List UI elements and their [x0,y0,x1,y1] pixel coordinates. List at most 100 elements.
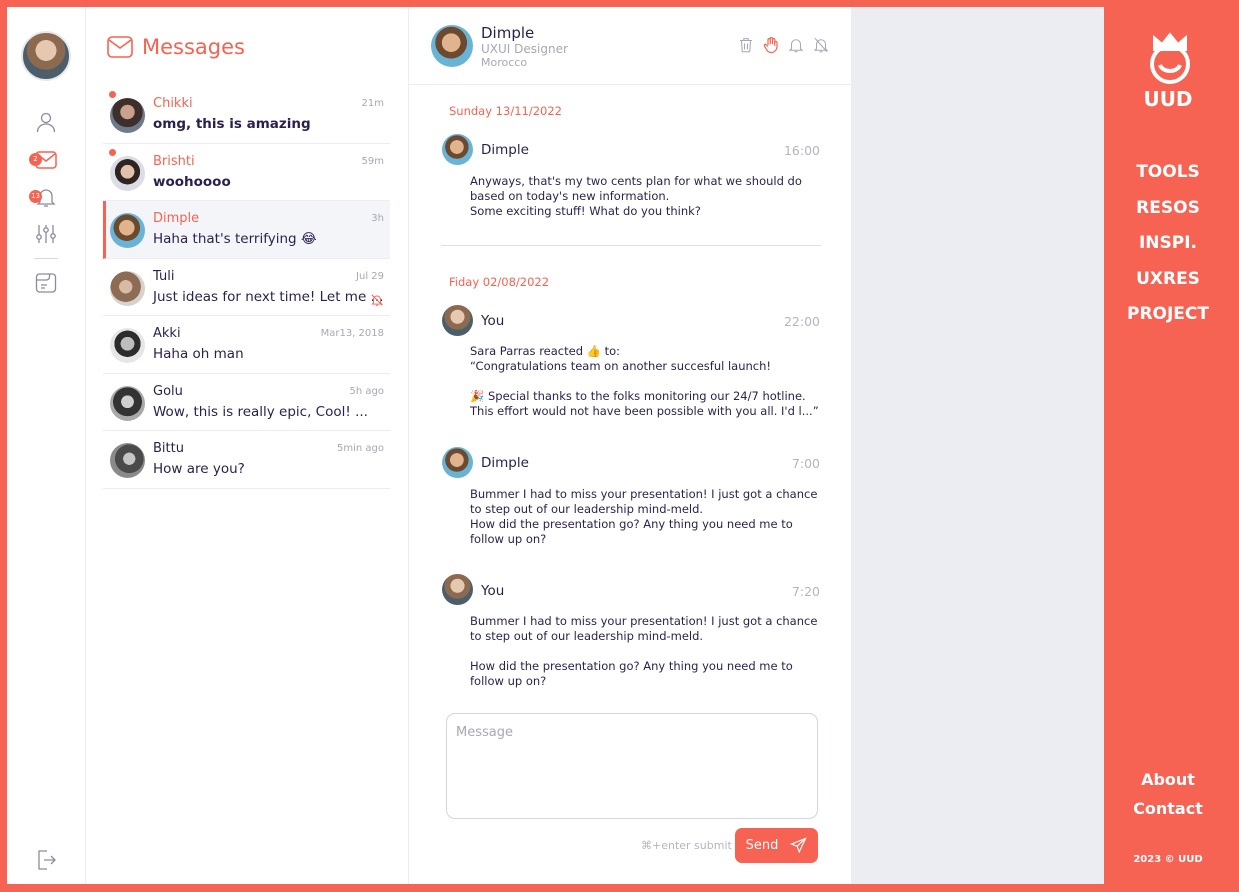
conversation-name: Akki [153,326,181,341]
chat-header: Dimple UXUI Designer Morocco [409,7,852,85]
copyright: 2023 © UUD [1133,854,1203,865]
conversation-time: 3h [371,213,384,224]
conversation-item-tuli[interactable]: Tuli Jul 29 Just ideas for next time! Le… [103,259,390,316]
paper-plane-icon [790,837,808,854]
conversation-time: Jul 29 [356,270,384,282]
conversation-name: Bittu [153,441,184,456]
conversation-name: Chikki [153,96,193,111]
message-time: 7:20 [791,584,820,599]
message-body: Sara Parras reacted 👍 to: “Congratulatio… [470,344,830,419]
conversation-name: Brishti [153,153,195,169]
nav-link-project[interactable]: PROJECT [1104,301,1232,337]
message-line: Bummer I had to miss your presentation! … [470,614,818,643]
empty-panel [852,7,1104,884]
messages-badge: 2 [29,153,42,166]
conversation-time: 5min ago [337,443,384,454]
date-separator: Sunday 13/11/2022 [449,104,562,118]
logout-icon[interactable] [34,848,58,872]
conversation-preview: Haha that's terrifying 😂 [153,231,317,247]
message-line [470,644,830,659]
avatar [110,385,145,421]
chat-actions [737,36,830,54]
message-line: Bummer I had to miss your presentation! … [470,487,818,516]
message-time: 22:00 [783,314,820,329]
message-time: 16:00 [783,143,820,158]
notifications-badge: 13 [29,190,42,203]
conversation-name: Golu [153,383,183,399]
avatar [110,98,145,133]
brand-sidebar: UUD TOOLS RESOS INSPI. UXRES PROJECT Abo… [1104,7,1232,884]
message-line: Anyways, that's my two cents plan for wh… [470,174,802,203]
conversation-item-golu[interactable]: Golu 5h ago Wow, this is really epic, Co… [103,374,390,431]
nav-link-uxres[interactable]: UXRES [1104,266,1232,302]
contact-role: UXUI Designer [481,42,568,56]
rail-divider [34,258,58,259]
send-button[interactable]: Send [735,828,818,863]
bell-icon[interactable] [787,36,805,54]
conversation-item-chikki[interactable]: Chikki 21m omg, this is amazing [103,86,390,144]
conversation-preview: woohoooo [153,173,231,190]
message-line: How did the presentation go? Any thing y… [470,517,793,546]
message-input[interactable] [446,713,818,819]
message-sender: You [481,583,505,599]
brand-nav: TOOLS RESOS INSPI. UXRES PROJECT [1104,159,1232,337]
conversation-preview: Just ideas for next time! Let me ... [153,288,384,305]
conversation-item-akki[interactable]: Akki Mar13, 2018 Haha oh man [103,316,390,374]
conversation-item-bittu[interactable]: Bittu 5min ago How are you? [103,431,390,489]
message-line: Sara Parras reacted 👍 to: [470,344,621,358]
avatar [442,305,473,336]
contact-avatar[interactable] [431,25,473,67]
conversation-preview: Wow, this is really epic, Cool! ... [153,403,368,420]
hand-wave-icon[interactable] [762,36,780,54]
muted-bell-icon [370,292,384,306]
footer-links: About Contact [1104,767,1232,825]
brand-logo-icon[interactable] [1145,31,1195,87]
envelope-icon [107,36,133,58]
message-body: Bummer I had to miss your presentation! … [470,487,830,547]
conversation-time: 59m [361,155,384,167]
avatar [110,443,145,478]
conversation-preview: Haha oh man [153,346,244,362]
avatar [110,155,145,191]
conversation-name: Dimple [153,211,200,226]
avatar [442,447,473,478]
message-line: Some exciting stuff! What do you think? [470,204,701,218]
chat-panel: Dimple UXUI Designer Morocco Sunday 13/1… [409,7,852,884]
message-line: How did the presentation go? Any thing y… [470,659,793,688]
submit-hint: ⌘+enter submit [641,839,732,852]
conversation-preview: How are you? [153,461,245,477]
conversation-item-dimple[interactable]: Dimple 3h Haha that's terrifying 😂 [103,201,390,259]
contact-link[interactable]: Contact [1104,796,1232,825]
page-title: Messages [142,35,245,59]
message-time: 7:00 [791,456,820,471]
nav-link-resos[interactable]: RESOS [1104,195,1232,231]
trash-icon[interactable] [737,36,755,54]
conversation-name: Tuli [153,268,175,284]
icon-rail: 2 13 [7,7,86,884]
settings-sliders-icon[interactable] [34,222,58,246]
bell-off-icon[interactable] [812,36,830,54]
app-frame: 2 13 Messages Chikki 21m omg, this is am… [7,7,1232,884]
unread-dot [109,148,116,156]
user-avatar[interactable] [21,31,71,81]
contact-location: Morocco [481,56,528,69]
contact-name: Dimple [481,24,535,42]
messages-header: Messages [106,32,245,62]
avatar [442,574,473,605]
avatar [442,134,473,165]
about-link[interactable]: About [1104,767,1232,796]
send-label: Send [745,838,779,853]
nav-link-inspi[interactable]: INSPI. [1104,230,1232,266]
conversation-item-brishti[interactable]: Brishti 59m woohoooo [103,144,390,201]
conversation-time: 5h ago [349,385,384,397]
message-body: Bummer I had to miss your presentation! … [470,614,830,689]
message-sender: You [481,313,505,329]
nav-link-tools[interactable]: TOOLS [1104,159,1232,195]
profile-icon[interactable] [34,110,58,134]
message-body: Anyways, that's my two cents plan for wh… [470,174,830,219]
conversation-time: 21m [361,98,384,109]
notes-icon[interactable] [34,271,58,295]
conversation-list-panel: Messages Chikki 21m omg, this is amazing… [86,7,409,884]
message-line [470,374,830,389]
avatar [110,213,145,248]
